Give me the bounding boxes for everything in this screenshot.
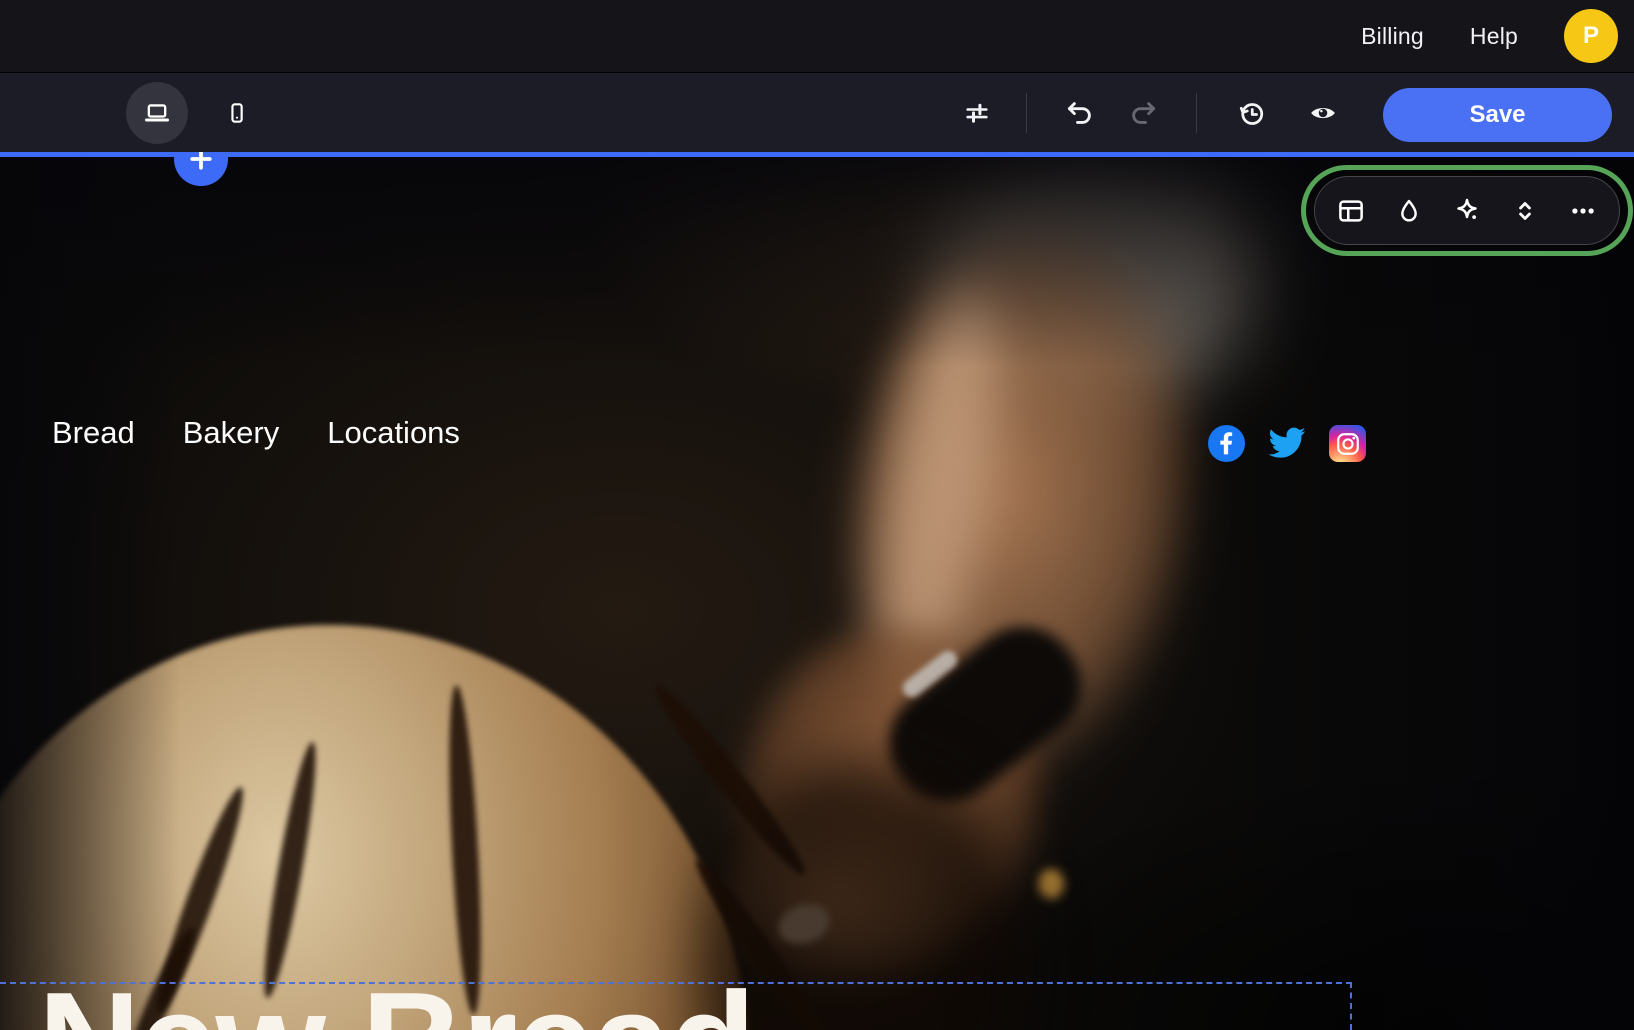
section-toolbar-highlight [1301,165,1633,256]
desktop-preview-button[interactable] [126,82,188,144]
site-canvas: Bread Bakery Locations [0,157,1634,1030]
mobile-icon [224,100,250,126]
website-editor: Bread Bakery Locations [0,0,1634,1030]
more-options-button[interactable] [1561,189,1605,233]
reorder-section-button[interactable] [1503,189,1547,233]
instagram-icon[interactable] [1329,425,1366,462]
device-preview-toggle [126,82,268,144]
toolbar-divider [1026,93,1027,133]
desktop-icon [143,99,171,127]
toolbar-divider [1196,93,1197,133]
sliders-icon [963,99,991,127]
page-settings-button[interactable] [953,89,1001,137]
social-links [1208,425,1366,462]
billing-link[interactable]: Billing [1361,23,1424,50]
nav-link-bread[interactable]: Bread [52,415,135,451]
eye-icon [1308,98,1338,128]
section-toolbar [1314,176,1620,245]
redo-icon [1128,98,1158,128]
help-link[interactable]: Help [1470,23,1518,50]
facebook-icon[interactable] [1208,425,1245,462]
undo-button[interactable] [1056,89,1104,137]
section-boundary-line [0,152,1634,157]
version-history-button[interactable] [1228,89,1276,137]
account-avatar[interactable]: P [1564,9,1618,63]
twitter-icon[interactable] [1267,427,1307,461]
history-clock-icon [1237,98,1267,128]
nav-link-locations[interactable]: Locations [327,415,460,451]
ai-sparkle-button[interactable] [1445,189,1489,233]
site-navigation: Bread Bakery Locations [52,415,460,451]
redo-button[interactable] [1119,89,1167,137]
nav-link-bakery[interactable]: Bakery [183,415,279,451]
preview-button[interactable] [1299,89,1347,137]
save-button[interactable]: Save [1383,88,1612,142]
mobile-preview-button[interactable] [206,82,268,144]
section-layout-button[interactable] [1329,189,1373,233]
account-bar: Billing Help P [0,0,1634,73]
hero-heading[interactable]: New Bread [38,972,754,1030]
color-drop-button[interactable] [1387,189,1431,233]
undo-icon [1065,98,1095,128]
